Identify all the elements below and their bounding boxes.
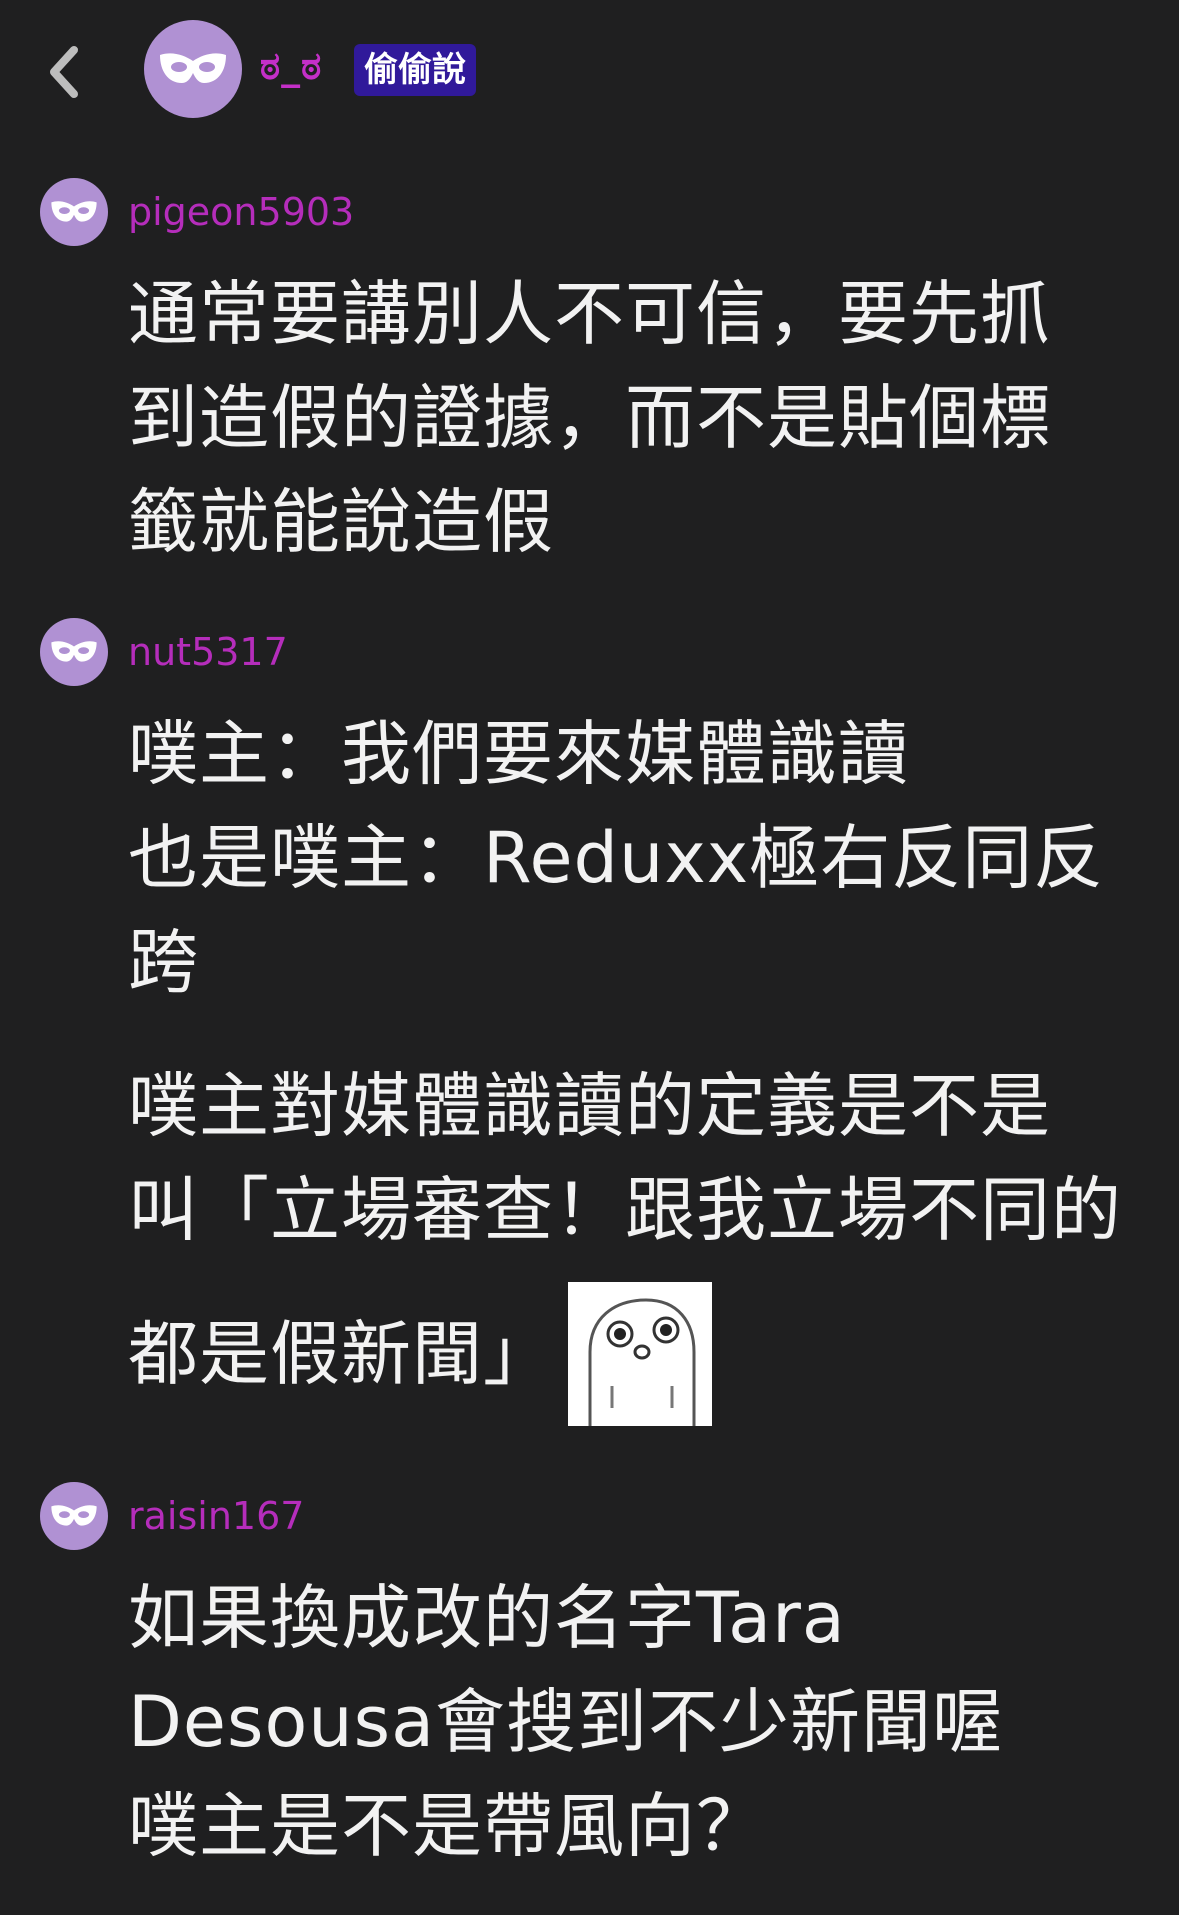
mask-icon: [160, 53, 226, 83]
response-username[interactable]: pigeon5903: [128, 178, 354, 246]
response-line: Desousa會搜到不少新聞喔: [128, 1681, 1003, 1763]
mask-icon: [51, 641, 97, 662]
response-text: 噗主：我們要來媒體識讀 也是噗主：Reduxx極右反同反 跨 噗主對媒體識讀的定…: [128, 702, 1128, 1426]
response-avatar[interactable]: [40, 178, 108, 246]
response-line: 跨: [128, 921, 199, 1003]
mask-icon: [51, 1505, 97, 1526]
response-line: 噗主是不是帶風向？: [128, 1785, 767, 1867]
response-line: 到造假的證據，而不是貼個標: [128, 377, 1051, 459]
poster-name[interactable]: ಠ_ಠ: [260, 44, 322, 89]
response-text: 通常要講別人不可信，要先抓 到造假的證據，而不是貼個標 籤就能說造假: [128, 262, 1128, 574]
response-line: 通常要講別人不可信，要先抓: [128, 273, 1051, 355]
emoticon-sticker[interactable]: [568, 1282, 712, 1426]
response-line: 噗主對媒體識讀的定義是不是: [128, 1065, 1051, 1147]
response-text: 如果換成改的名字Tara Desousa會搜到不少新聞喔 噗主是不是帶風向？: [128, 1566, 1128, 1878]
top-bar: ಠ_ಠ 偷偷說: [0, 0, 1179, 150]
response-line: 如果換成改的名字Tara: [128, 1577, 846, 1659]
back-button[interactable]: [42, 42, 86, 102]
anonymous-badge: 偷偷說: [354, 44, 476, 96]
poster-avatar[interactable]: [144, 20, 242, 118]
response-line-text: 都是假新聞」: [128, 1313, 554, 1395]
response-line: 噗主：我們要來媒體識讀: [128, 713, 909, 795]
response-line: 叫「立場審查！跟我立場不同的: [128, 1169, 1122, 1251]
bird-sticker-icon: [588, 1298, 696, 1426]
chevron-left-icon: [50, 46, 78, 98]
response-avatar[interactable]: [40, 618, 108, 686]
mask-icon: [51, 201, 97, 222]
response-username[interactable]: nut5317: [128, 618, 288, 686]
response-line: 都是假新聞」: [128, 1262, 1128, 1426]
response-line: 也是噗主：Reduxx極右反同反: [128, 817, 1105, 899]
response-username[interactable]: raisin167: [128, 1482, 304, 1550]
response-line: 籤就能說造假: [128, 481, 554, 563]
response-avatar[interactable]: [40, 1482, 108, 1550]
